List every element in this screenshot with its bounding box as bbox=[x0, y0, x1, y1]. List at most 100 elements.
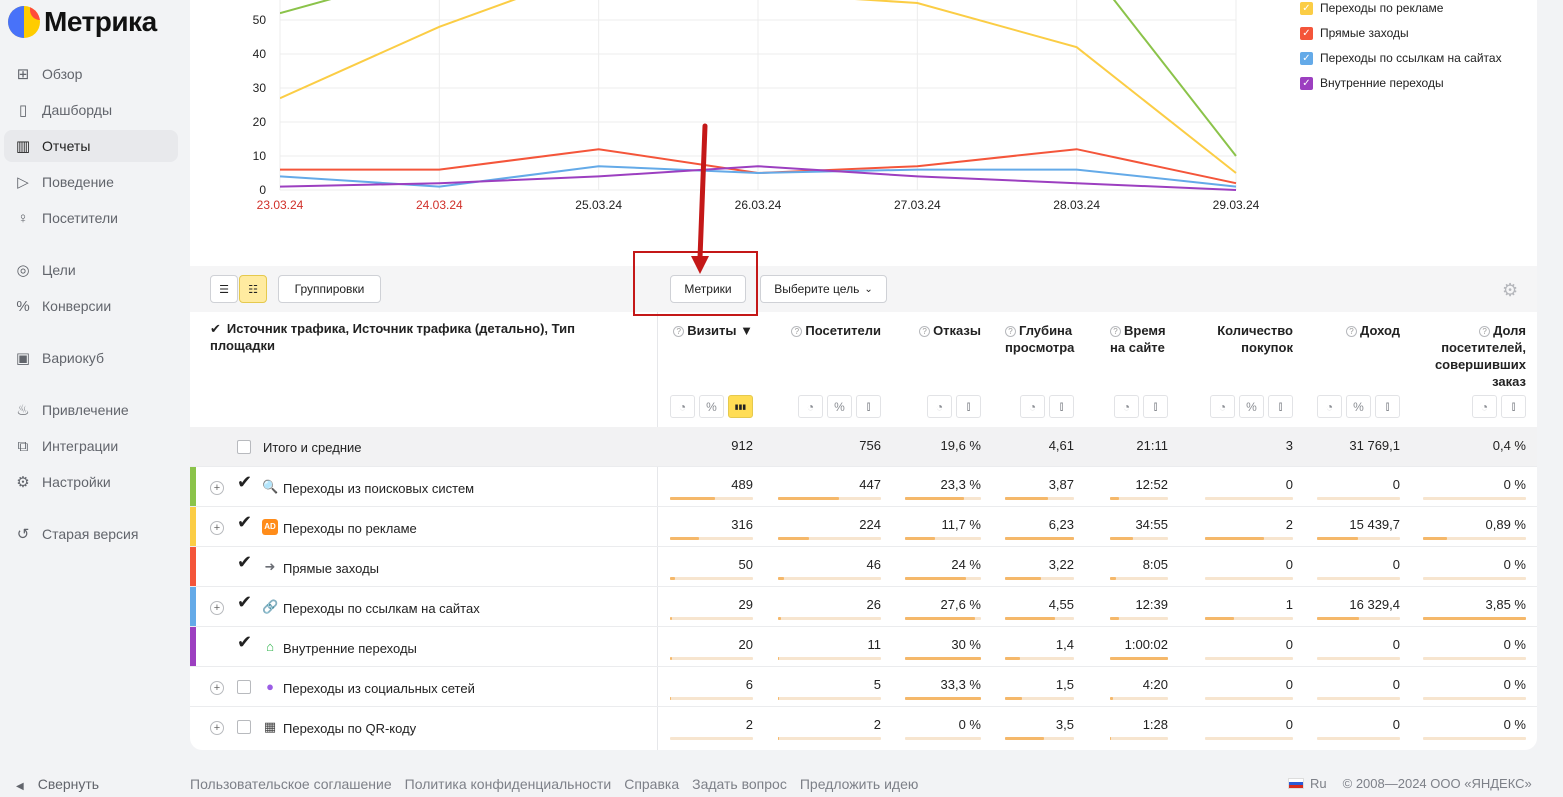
help-icon[interactable]: ? bbox=[1346, 326, 1358, 337]
footer-link[interactable]: Задать вопрос bbox=[692, 776, 787, 792]
help-icon[interactable]: ? bbox=[1479, 326, 1491, 337]
table-row[interactable]: + ✔ AD Переходы по рекламе 316 224 11,7 % 6,23 3… bbox=[190, 506, 1537, 546]
pie-chart-icon[interactable]: ◔ bbox=[798, 395, 823, 418]
table-row[interactable]: ✔ ➜ Прямые заходы 50 46 24 % 3,22 8:05 0 0 0 % bbox=[190, 546, 1537, 586]
percent-icon[interactable]: % bbox=[827, 395, 852, 418]
language-switch[interactable]: Ru bbox=[1310, 776, 1327, 791]
row-label[interactable]: Переходы по ссылкам на сайтах bbox=[283, 601, 480, 616]
legend-item[interactable]: ✓ Внутренние переходы bbox=[1300, 73, 1444, 93]
column-header-1[interactable]: ? Посетители bbox=[770, 322, 881, 339]
help-icon[interactable]: ? bbox=[1005, 326, 1016, 337]
help-icon[interactable]: ? bbox=[791, 326, 803, 337]
table-row[interactable]: + ✔ 🔍 Переходы из поисковых систем 489 447 23,… bbox=[190, 466, 1537, 506]
row-checkbox[interactable] bbox=[237, 680, 251, 694]
row-label[interactable]: Прямые заходы bbox=[283, 561, 379, 576]
percent-icon[interactable]: % bbox=[1239, 395, 1264, 418]
sidebar-item-6[interactable]: % Конверсии bbox=[4, 290, 178, 322]
sidebar-item-5[interactable]: ◎ Цели bbox=[4, 254, 178, 286]
footer-link[interactable]: Пользовательское соглашение bbox=[190, 776, 392, 792]
expand-icon[interactable]: + bbox=[210, 601, 224, 615]
sidebar-item-7[interactable]: ▣ Вариокуб bbox=[4, 342, 178, 374]
pie-chart-icon[interactable]: ◔ bbox=[1317, 395, 1342, 418]
bar-chart-icon[interactable]: ⫾ bbox=[1501, 395, 1526, 418]
bar-chart-icon[interactable]: ⫾ bbox=[1049, 395, 1074, 418]
pie-chart-icon[interactable]: ◔ bbox=[1210, 395, 1235, 418]
sidebar-item-11[interactable]: ↺ Старая версия bbox=[4, 518, 178, 550]
column-header-7[interactable]: ? Доля посетителей, совершивших заказ bbox=[1410, 322, 1526, 390]
legend-item[interactable]: ✓ Переходы по ссылкам на сайтах bbox=[1300, 48, 1502, 68]
sidebar-item-0[interactable]: ⊞ Обзор bbox=[4, 58, 178, 90]
help-icon[interactable]: ? bbox=[673, 326, 685, 337]
total-checkbox[interactable] bbox=[237, 440, 251, 454]
row-checkbox-checked[interactable]: ✔ bbox=[237, 553, 252, 571]
percent-icon[interactable]: % bbox=[1346, 395, 1371, 418]
table-row[interactable]: + ▦ Переходы по QR-коду 2 2 0 % 3,5 1:28 0 0 0 % bbox=[190, 706, 1537, 746]
column-header-6[interactable]: ? Доход bbox=[1310, 322, 1400, 339]
metrika-logo-icon bbox=[8, 6, 40, 38]
bar-chart-icon[interactable]: ⫾ bbox=[1268, 395, 1293, 418]
sidebar-item-1[interactable]: ▯ Дашборды bbox=[4, 94, 178, 126]
metric-bar bbox=[670, 497, 753, 500]
row-label[interactable]: Переходы по рекламе bbox=[283, 521, 417, 536]
row-checkbox-checked[interactable]: ✔ bbox=[237, 593, 252, 611]
table-row[interactable]: ✔ ⌂ Внутренние переходы 20 11 30 % 1,4 1:00:02 0… bbox=[190, 626, 1537, 666]
sidebar-item-3[interactable]: ▷ Поведение bbox=[4, 166, 178, 198]
metric-cell: 4:20 bbox=[1142, 677, 1168, 692]
help-icon[interactable]: ? bbox=[919, 326, 931, 337]
column-header-4[interactable]: ? Время на сайте bbox=[1110, 322, 1178, 356]
row-label[interactable]: Переходы по QR-коду bbox=[283, 721, 416, 736]
bar-chart-icon[interactable]: ▮▮▮ bbox=[728, 395, 753, 418]
row-label[interactable]: Внутренние переходы bbox=[283, 641, 417, 656]
metric-bar bbox=[1110, 737, 1168, 740]
sidebar-item-8[interactable]: ♨ Привлечение bbox=[4, 394, 178, 426]
dimension-header[interactable]: ✔ Источник трафика, Источник трафика (дет… bbox=[210, 320, 630, 354]
expand-icon[interactable]: + bbox=[210, 681, 224, 695]
table-settings-gear-icon[interactable]: ⚙ bbox=[1502, 281, 1520, 299]
sidebar-item-2[interactable]: ▥ Отчеты bbox=[4, 130, 178, 162]
metric-bar-fill bbox=[1110, 537, 1133, 540]
logo[interactable]: Метрика bbox=[8, 4, 157, 40]
pie-chart-icon[interactable]: ◔ bbox=[1114, 395, 1139, 418]
list-view-button[interactable]: ☰ bbox=[210, 275, 238, 303]
table-row[interactable]: + ● Переходы из социальных сетей 6 5 33,3 % 1,… bbox=[190, 666, 1537, 706]
expand-icon[interactable]: + bbox=[210, 481, 224, 495]
legend-item[interactable]: ✓ Переходы по рекламе bbox=[1300, 0, 1443, 18]
column-header-0[interactable]: ? Визиты ▼ bbox=[670, 322, 753, 339]
row-checkbox-checked[interactable]: ✔ bbox=[237, 473, 252, 491]
row-label[interactable]: Переходы из социальных сетей bbox=[283, 681, 475, 696]
row-label[interactable]: Переходы из поисковых систем bbox=[283, 481, 474, 496]
row-checkbox[interactable] bbox=[237, 720, 251, 734]
column-header-5[interactable]: Количество покупок bbox=[1195, 322, 1293, 356]
footer-link[interactable]: Предложить идею bbox=[800, 776, 919, 792]
percent-icon[interactable]: % bbox=[699, 395, 724, 418]
table-row[interactable]: + ✔ 🔗 Переходы по ссылкам на сайтах 29 26 27,6… bbox=[190, 586, 1537, 626]
column-header-3[interactable]: ? Глубина просмотра bbox=[1005, 322, 1089, 356]
bar-chart-icon[interactable]: ⫾ bbox=[1143, 395, 1168, 418]
metric-bar bbox=[1205, 657, 1293, 660]
bar-chart-icon[interactable]: ⫾ bbox=[956, 395, 981, 418]
pie-chart-icon[interactable]: ◔ bbox=[670, 395, 695, 418]
sidebar-item-4[interactable]: ♀ Посетители bbox=[4, 202, 178, 234]
bar-chart-icon[interactable]: ⫾ bbox=[1375, 395, 1400, 418]
metric-bar bbox=[778, 537, 881, 540]
pie-chart-icon[interactable]: ◔ bbox=[1020, 395, 1045, 418]
expand-icon[interactable]: + bbox=[210, 521, 224, 535]
sidebar-item-9[interactable]: ⧉ Интеграции bbox=[4, 430, 178, 462]
sidebar-item-10[interactable]: ⚙ Настройки bbox=[4, 466, 178, 498]
tree-view-button[interactable]: ☷ bbox=[239, 275, 267, 303]
collapse-sidebar-button[interactable]: ◀ Свернуть bbox=[16, 776, 99, 792]
help-icon[interactable]: ? bbox=[1110, 326, 1121, 337]
column-header-2[interactable]: ? Отказы bbox=[900, 322, 981, 339]
row-checkbox-checked[interactable]: ✔ bbox=[237, 633, 252, 651]
dimension-header-label: Источник трафика, Источник трафика (дета… bbox=[210, 321, 575, 353]
row-checkbox-checked[interactable]: ✔ bbox=[237, 513, 252, 531]
legend-item[interactable]: ✓ Прямые заходы bbox=[1300, 23, 1409, 43]
goal-select[interactable]: Выберите цель ⌄ bbox=[760, 275, 887, 303]
groupings-button[interactable]: Группировки bbox=[278, 275, 381, 303]
pie-chart-icon[interactable]: ◔ bbox=[1472, 395, 1497, 418]
expand-icon[interactable]: + bbox=[210, 721, 224, 735]
pie-chart-icon[interactable]: ◔ bbox=[927, 395, 952, 418]
bar-chart-icon[interactable]: ⫾ bbox=[856, 395, 881, 418]
footer-link[interactable]: Политика конфиденциальности bbox=[405, 776, 612, 792]
footer-link[interactable]: Справка bbox=[624, 776, 679, 792]
